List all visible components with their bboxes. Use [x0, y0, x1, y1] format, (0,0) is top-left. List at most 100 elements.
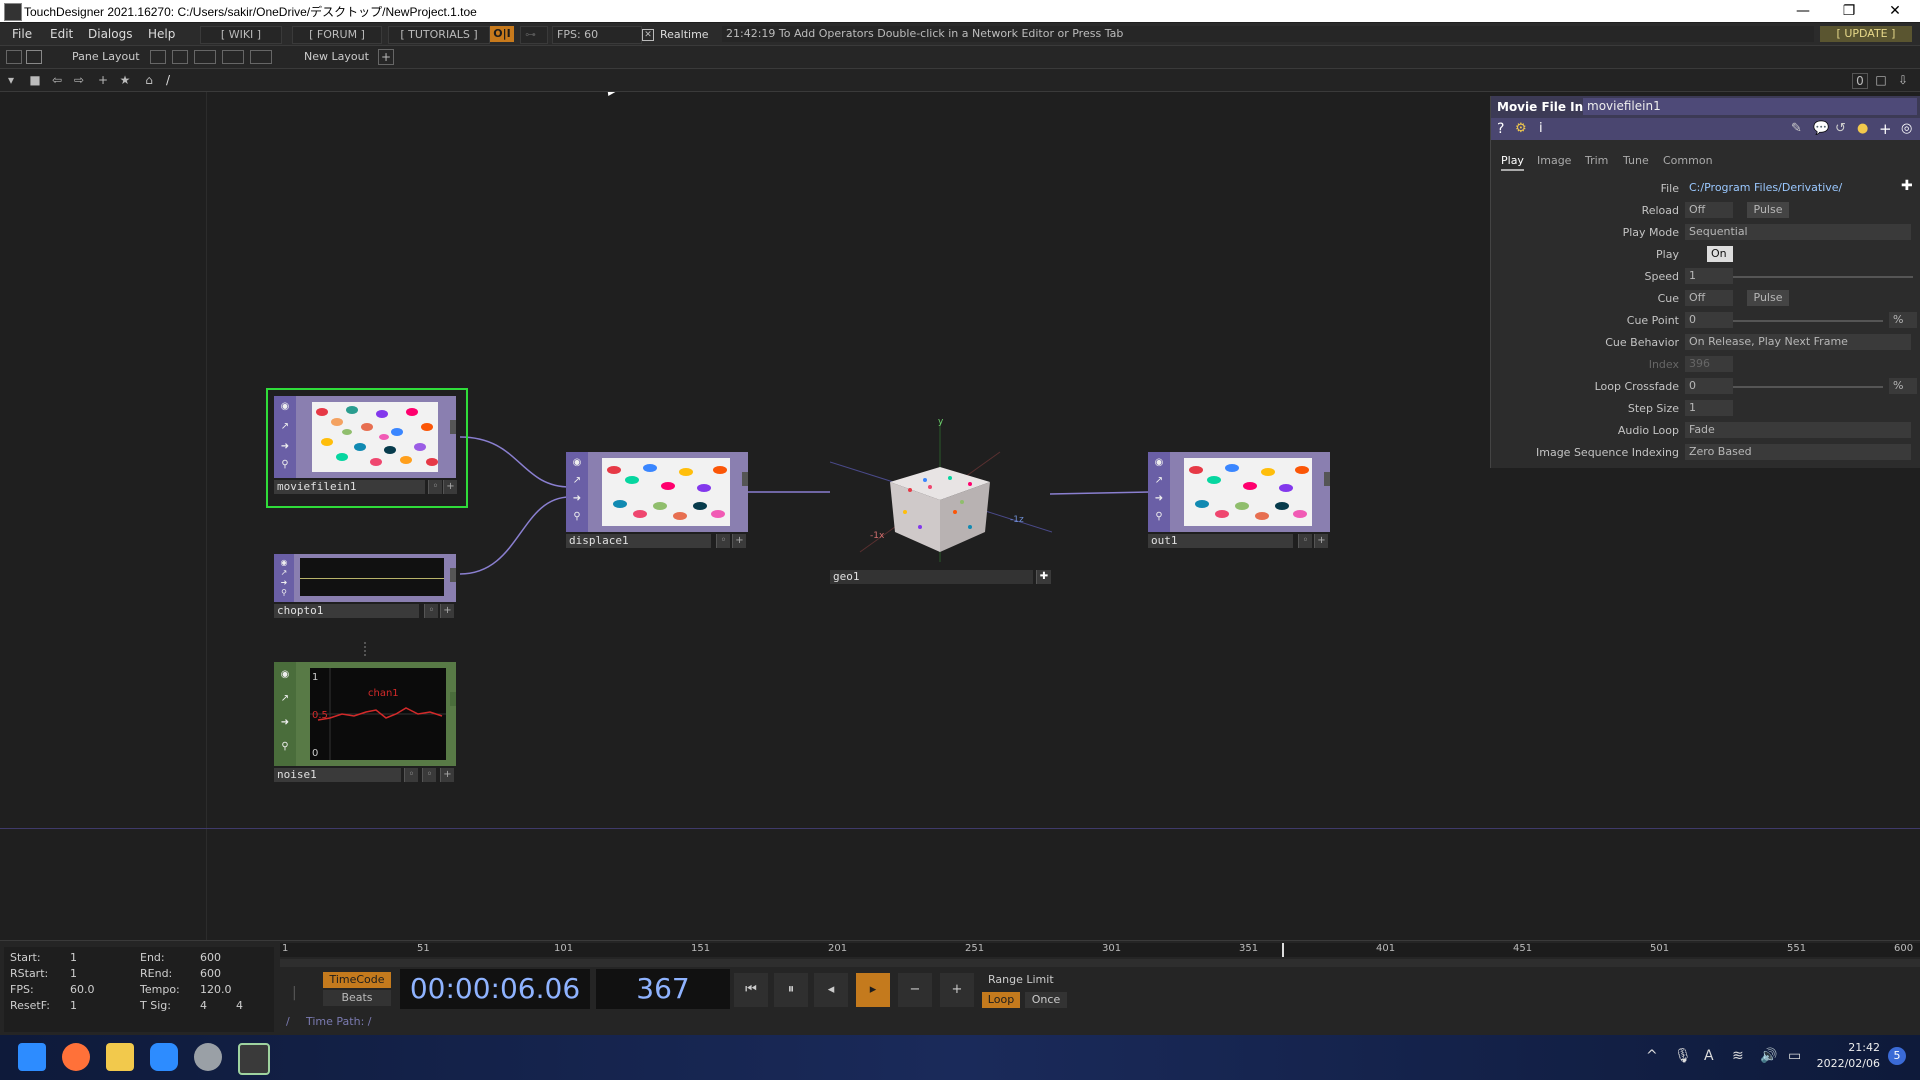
menu-edit[interactable]: Edit — [50, 27, 73, 41]
frame-display[interactable]: 367 — [596, 969, 730, 1009]
cuepoint-unit[interactable]: % — [1889, 312, 1917, 328]
pause-button[interactable]: ⏸ — [774, 973, 808, 1007]
viewer-icon[interactable]: ◉ — [1152, 456, 1166, 470]
tsig-denominator[interactable]: 4 — [236, 999, 243, 1012]
forward-icon[interactable]: ⇨ — [72, 73, 86, 87]
ime-indicator[interactable]: A — [1704, 1048, 1714, 1064]
reset-icon[interactable]: ↺ — [1835, 121, 1846, 136]
network-path[interactable]: / — [166, 73, 170, 87]
tsig-numerator[interactable]: 4 — [200, 999, 207, 1012]
back-icon[interactable]: ⇦ — [50, 73, 64, 87]
loopcrossfade-unit[interactable]: % — [1889, 378, 1917, 394]
cuebehavior-select[interactable]: On Release, Play Next Frame — [1685, 334, 1911, 350]
minimize-button[interactable]: — — [1780, 0, 1826, 22]
update-button[interactable]: [ UPDATE ] — [1820, 26, 1912, 42]
output-connector[interactable] — [450, 692, 456, 706]
playmode-select[interactable]: Sequential — [1685, 224, 1911, 240]
audioloop-select[interactable]: Fade — [1685, 422, 1911, 438]
zoom-icon[interactable] — [150, 1043, 178, 1071]
node-flag[interactable]: ◦ — [422, 768, 436, 782]
lock-icon[interactable]: ⚲ — [278, 740, 292, 754]
once-button[interactable]: Once — [1025, 992, 1067, 1008]
op-name-field[interactable]: moviefilein1 — [1583, 98, 1917, 115]
node-label[interactable]: noise1 — [274, 768, 401, 782]
clock-date[interactable]: 2022/02/06 — [1808, 1057, 1880, 1070]
chevron-down-icon[interactable]: ▾ — [4, 73, 18, 87]
end-value[interactable]: 600 — [200, 951, 221, 964]
network-icon[interactable] — [26, 50, 42, 64]
volume-icon[interactable]: 🔊 — [1760, 1048, 1777, 1064]
step-minus-button[interactable]: − — [898, 973, 932, 1007]
reload-pulse-button[interactable]: Pulse — [1747, 202, 1789, 218]
node-flag[interactable]: ◦ — [404, 768, 418, 782]
layout-split-h-icon[interactable] — [194, 50, 216, 64]
start-value[interactable]: 1 — [70, 951, 77, 964]
viewer-icon[interactable]: ◉ — [570, 456, 584, 470]
edit-icon[interactable]: ✎ — [1791, 121, 1802, 136]
node-noise1[interactable]: ◉ ↗ ➜ ⚲ 1 0.5 0 chan1 noise1 ◦ ◦ + — [274, 662, 456, 782]
viewer-icon[interactable]: ◉ — [278, 400, 292, 414]
rewind-button[interactable]: ⏮ — [734, 973, 768, 1007]
output-connector[interactable] — [742, 472, 748, 486]
display-icon[interactable]: ➜ — [1152, 492, 1166, 506]
layout-single-icon[interactable] — [150, 50, 166, 64]
display-icon[interactable]: ➜ — [278, 716, 292, 730]
add-icon[interactable]: ✚ — [1036, 570, 1051, 584]
node-displace1[interactable]: ◉ ↗ ➜ ⚲ displace1 ◦ + — [566, 452, 748, 548]
node-label[interactable]: out1 — [1148, 534, 1293, 548]
tab-trim[interactable]: Trim — [1585, 154, 1608, 167]
resetf-value[interactable]: 1 — [70, 999, 77, 1012]
firefox-icon[interactable] — [62, 1043, 90, 1071]
wiki-button[interactable]: [ WIKI ] — [200, 26, 282, 44]
file-field[interactable]: C:/Program Files/Derivative/ — [1685, 180, 1889, 196]
color-icon[interactable]: ● — [1857, 121, 1868, 136]
node-label[interactable]: moviefilein1 — [274, 480, 425, 494]
perform-mode-button[interactable]: ⊶ — [520, 26, 548, 44]
lock-icon[interactable]: ⚲ — [277, 586, 291, 600]
cue-toggle[interactable]: Off — [1685, 290, 1733, 306]
output-connector[interactable] — [450, 568, 456, 582]
reload-toggle[interactable]: Off — [1685, 202, 1733, 218]
bypass-icon[interactable]: ↗ — [278, 420, 292, 434]
timeline-scrollbar[interactable] — [280, 959, 1920, 967]
node-flag[interactable]: ◦ — [716, 534, 730, 548]
cuepoint-slider[interactable] — [1733, 320, 1883, 322]
stop-icon[interactable]: ■ — [28, 73, 42, 87]
lock-icon[interactable]: ⚲ — [1152, 510, 1166, 524]
tab-common[interactable]: Common — [1663, 154, 1713, 167]
tab-tune[interactable]: Tune — [1623, 154, 1649, 167]
node-flag[interactable]: + — [1314, 534, 1328, 548]
wifi-icon[interactable]: ≋ — [1732, 1048, 1744, 1064]
fps-value[interactable]: 60.0 — [70, 983, 95, 996]
tab-play[interactable]: Play — [1501, 154, 1524, 171]
node-flag[interactable]: ◦ — [424, 604, 438, 618]
add-icon[interactable]: + — [96, 73, 110, 87]
lock-icon[interactable]: ⚲ — [570, 510, 584, 524]
node-flag[interactable]: + — [440, 604, 454, 618]
add-icon[interactable]: + — [1879, 120, 1892, 138]
rstart-value[interactable]: 1 — [70, 967, 77, 980]
node-label[interactable]: geo1 — [830, 570, 1033, 584]
node-label[interactable]: displace1 — [566, 534, 711, 548]
bypass-icon[interactable]: ↗ — [570, 474, 584, 488]
oii-toggle[interactable]: O|I — [490, 26, 514, 42]
imageseq-select[interactable]: Zero Based — [1685, 444, 1911, 460]
menu-file[interactable]: File — [12, 27, 32, 41]
battery-icon[interactable]: ▭ — [1788, 1048, 1801, 1064]
playhead[interactable] — [1282, 943, 1284, 957]
play-button[interactable]: ▸ — [856, 973, 890, 1007]
add-file-icon[interactable]: ✚ — [1901, 178, 1913, 194]
output-connector[interactable] — [450, 420, 456, 434]
touchdesigner-icon[interactable] — [238, 1043, 270, 1075]
tutorials-button[interactable]: [ TUTORIALS ] — [388, 26, 490, 44]
chevron-up-icon[interactable]: ^ — [1646, 1048, 1658, 1064]
help-icon[interactable]: ? — [1497, 121, 1504, 137]
node-geo1[interactable]: y -1x -1z geo1 ✚ — [829, 412, 1053, 588]
viewer-icon[interactable]: ◉ — [278, 668, 292, 682]
file-explorer-icon[interactable] — [106, 1043, 134, 1071]
settings-icon[interactable] — [194, 1043, 222, 1071]
speed-field[interactable]: 1 — [1685, 268, 1733, 284]
menu-dialogs[interactable]: Dialogs — [88, 27, 132, 41]
step-back-button[interactable]: ◂ — [814, 973, 848, 1007]
maximize-button[interactable]: ❐ — [1826, 0, 1872, 22]
